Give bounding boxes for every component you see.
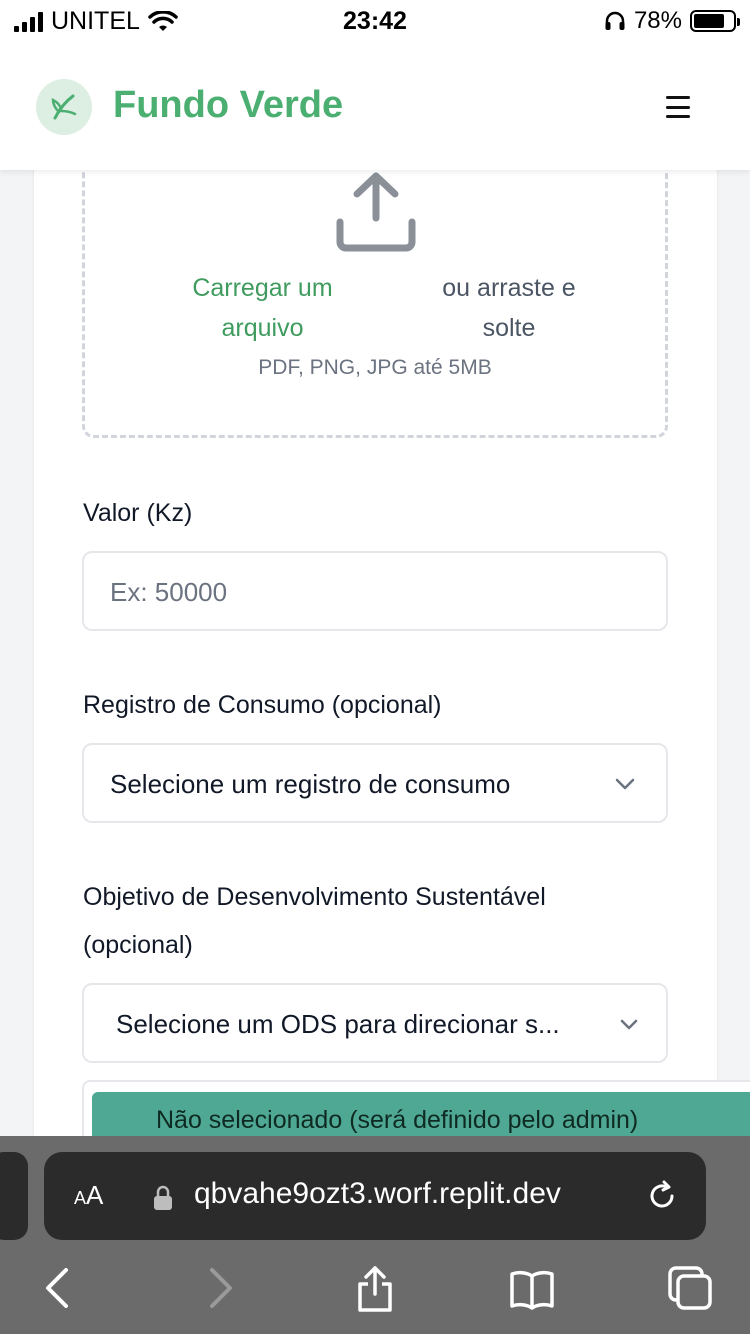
share-icon[interactable] [351, 1264, 399, 1312]
chevron-down-icon [620, 1019, 638, 1030]
reload-icon[interactable] [644, 1178, 680, 1214]
upload-icon [336, 172, 416, 252]
back-icon[interactable] [34, 1264, 82, 1312]
upload-file-link[interactable]: Carregar um arquivo [160, 268, 365, 348]
leaf-icon [36, 79, 92, 135]
ods-select[interactable]: Selecione um ODS para direcionar s... [82, 983, 668, 1063]
status-right: 78% [604, 7, 740, 35]
brand-title[interactable]: Fundo Verde [113, 84, 343, 127]
valor-placeholder: Ex: 50000 [110, 577, 228, 607]
ods-label: Objetivo de Desenvolvimento Sustentável [83, 883, 546, 911]
hamburger-menu-icon[interactable] [660, 92, 696, 122]
ods-label-optional: (opcional) [83, 931, 193, 959]
consumo-label: Registro de Consumo (opcional) [83, 691, 442, 719]
status-bar: UNITEL 23:42 78% [0, 0, 750, 40]
bookmarks-icon[interactable] [508, 1264, 556, 1312]
text-size-button[interactable]: AA [74, 1180, 103, 1211]
tabs-icon[interactable] [666, 1264, 714, 1312]
battery-percent: 78% [633, 7, 682, 34]
browser-toolbar: AA qbvahe9ozt3.worf.replit.dev [0, 1136, 750, 1334]
browser-nav-row [0, 1264, 750, 1324]
battery-icon [690, 10, 740, 32]
lock-icon [154, 1185, 172, 1210]
url-text[interactable]: qbvahe9ozt3.worf.replit.dev [194, 1177, 561, 1211]
consumo-select[interactable]: Selecione um registro de consumo [82, 743, 668, 823]
address-bar[interactable]: AA qbvahe9ozt3.worf.replit.dev [44, 1152, 706, 1240]
drag-drop-text: ou arraste e solte [442, 274, 576, 342]
headphones-icon [605, 11, 625, 30]
forward-icon[interactable] [196, 1264, 244, 1312]
previous-tab-peek[interactable] [0, 1152, 28, 1240]
valor-input[interactable]: Ex: 50000 [82, 551, 668, 631]
ods-option-nao-selecionado[interactable]: Não selecionado (será definido pelo admi… [92, 1092, 750, 1142]
consumo-selected-value: Selecione um registro de consumo [110, 769, 511, 799]
valor-label: Valor (Kz) [83, 499, 193, 527]
app-header: Fundo Verde [0, 40, 750, 170]
file-types-hint: PDF, PNG, JPG até 5MB [258, 356, 492, 379]
chevron-down-icon [615, 778, 635, 790]
option-label: Não selecionado (será definido pelo admi… [156, 1106, 639, 1134]
ods-selected-value: Selecione um ODS para direcionar s... [116, 1009, 560, 1039]
